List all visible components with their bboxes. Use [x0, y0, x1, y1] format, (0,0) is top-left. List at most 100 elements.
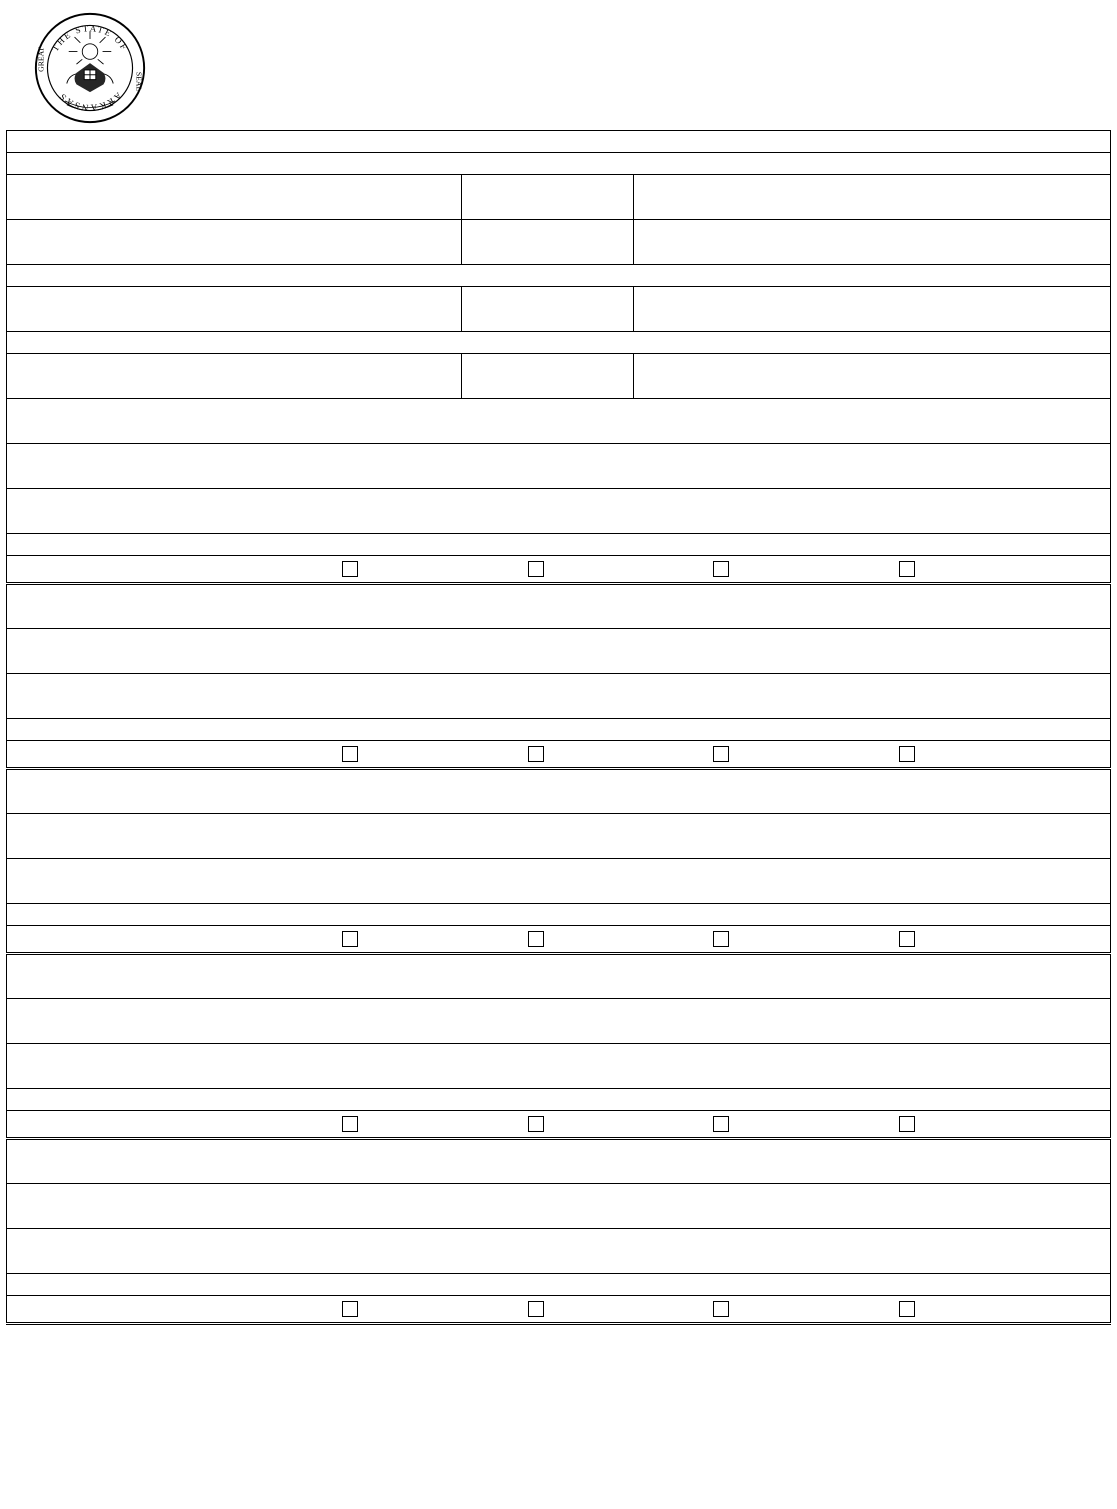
state-seal-icon: THE STATE OF ARKANSAS GREAT SEAL — [32, 10, 148, 126]
checkbox[interactable] — [528, 1301, 544, 1317]
form-cell[interactable] — [7, 332, 1111, 354]
checkbox-row-cell — [7, 556, 1111, 584]
checkbox[interactable] — [899, 746, 915, 762]
checkbox-slot — [443, 1116, 629, 1132]
form-cell[interactable] — [7, 814, 1111, 859]
checkbox[interactable] — [713, 1301, 729, 1317]
form-cell[interactable] — [7, 1139, 1111, 1184]
checkbox-slot — [629, 1116, 815, 1132]
form-cell[interactable] — [7, 131, 1111, 153]
checkbox-slot — [257, 746, 443, 762]
checkbox[interactable] — [899, 1301, 915, 1317]
block-3-row-1 — [7, 999, 1111, 1044]
form-cell[interactable] — [7, 1089, 1111, 1111]
block-3-row-2 — [7, 1044, 1111, 1089]
checkbox[interactable] — [899, 561, 915, 577]
form-cell[interactable] — [634, 287, 1111, 332]
form-cell[interactable] — [7, 1184, 1111, 1229]
form-cell[interactable] — [7, 399, 1111, 444]
checkbox[interactable] — [528, 561, 544, 577]
checkbox[interactable] — [528, 1116, 544, 1132]
checkbox[interactable] — [342, 1301, 358, 1317]
checkbox-slot — [814, 1116, 1000, 1132]
checkbox[interactable] — [899, 931, 915, 947]
form-cell[interactable] — [7, 584, 1111, 629]
form-cell[interactable] — [634, 354, 1111, 399]
checkbox-slot — [443, 561, 629, 577]
checkbox[interactable] — [342, 1116, 358, 1132]
form-cell[interactable] — [7, 354, 462, 399]
form-cell[interactable] — [7, 220, 462, 265]
checkbox-slot — [629, 746, 815, 762]
block-0-row-1 — [7, 444, 1111, 489]
form-cell[interactable] — [7, 1044, 1111, 1089]
form-cell[interactable] — [7, 859, 1111, 904]
form-cell[interactable] — [7, 444, 1111, 489]
header-row-7 — [7, 354, 1111, 399]
form-cell[interactable] — [7, 629, 1111, 674]
block-0-row-2 — [7, 489, 1111, 534]
checkbox-row — [7, 1111, 1111, 1139]
checkbox[interactable] — [713, 1116, 729, 1132]
block-2-row-3 — [7, 904, 1111, 926]
form-cell[interactable] — [7, 287, 462, 332]
form-cell[interactable] — [7, 674, 1111, 719]
block-4-row-0 — [7, 1139, 1111, 1184]
block-3-row-3 — [7, 1089, 1111, 1111]
header-row-6 — [7, 332, 1111, 354]
header-row-2 — [7, 175, 1111, 220]
form-page: THE STATE OF ARKANSAS GREAT SEAL — [0, 0, 1117, 1325]
checkbox-slot — [629, 1301, 815, 1317]
checkbox[interactable] — [342, 746, 358, 762]
checkbox-row — [7, 1296, 1111, 1324]
checkbox[interactable] — [713, 746, 729, 762]
form-cell[interactable] — [7, 534, 1111, 556]
form-cell[interactable] — [7, 153, 1111, 175]
form-cell[interactable] — [7, 954, 1111, 999]
form-cell[interactable] — [7, 769, 1111, 814]
checkbox[interactable] — [528, 931, 544, 947]
form-cell[interactable] — [7, 265, 1111, 287]
form-cell[interactable] — [634, 175, 1111, 220]
checkbox-slot — [629, 931, 815, 947]
checkbox[interactable] — [342, 561, 358, 577]
form-cell[interactable] — [462, 220, 634, 265]
block-1-row-0 — [7, 584, 1111, 629]
header-row-1 — [7, 153, 1111, 175]
checkbox-slot — [814, 561, 1000, 577]
form-cell[interactable] — [7, 904, 1111, 926]
checkbox[interactable] — [899, 1116, 915, 1132]
svg-text:SEAL: SEAL — [134, 72, 143, 92]
checkbox-slot — [257, 1116, 443, 1132]
form-cell[interactable] — [7, 489, 1111, 534]
form-cell[interactable] — [634, 220, 1111, 265]
form-cell[interactable] — [7, 1274, 1111, 1296]
checkbox-row — [7, 556, 1111, 584]
checkbox-row — [7, 741, 1111, 769]
form-cell[interactable] — [7, 999, 1111, 1044]
form-cell[interactable] — [462, 354, 634, 399]
checkbox[interactable] — [713, 931, 729, 947]
form-cell[interactable] — [462, 175, 634, 220]
form-cell[interactable] — [462, 287, 634, 332]
block-1-row-3 — [7, 719, 1111, 741]
checkbox-row — [7, 926, 1111, 954]
header-row-3 — [7, 220, 1111, 265]
block-0-row-3 — [7, 534, 1111, 556]
checkbox-row-cell — [7, 741, 1111, 769]
checkbox[interactable] — [342, 931, 358, 947]
checkbox-slot — [629, 561, 815, 577]
checkbox-slot — [257, 561, 443, 577]
form-cell[interactable] — [7, 719, 1111, 741]
form-cell[interactable] — [7, 1229, 1111, 1274]
block-3-row-0 — [7, 954, 1111, 999]
checkbox[interactable] — [713, 561, 729, 577]
form-cell[interactable] — [7, 175, 462, 220]
block-2-row-0 — [7, 769, 1111, 814]
checkbox-slot — [443, 931, 629, 947]
block-4-row-2 — [7, 1229, 1111, 1274]
checkbox[interactable] — [528, 746, 544, 762]
block-2-row-1 — [7, 814, 1111, 859]
seal-container: THE STATE OF ARKANSAS GREAT SEAL — [6, 4, 1111, 130]
checkbox-slot — [814, 1301, 1000, 1317]
